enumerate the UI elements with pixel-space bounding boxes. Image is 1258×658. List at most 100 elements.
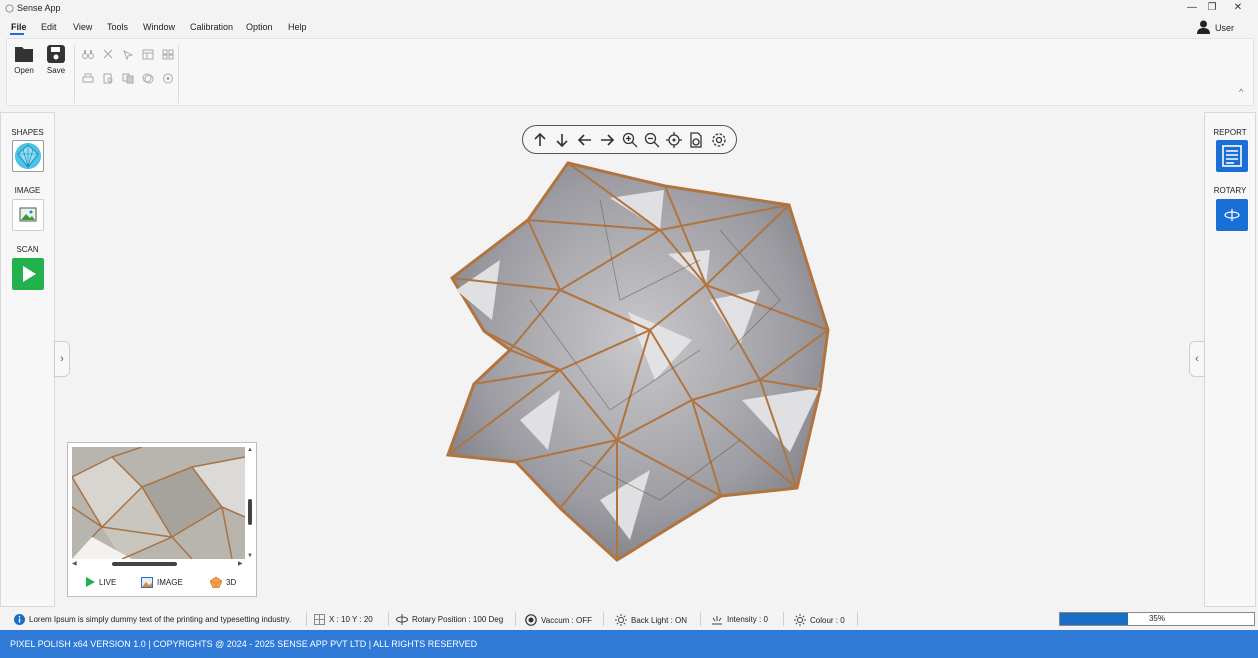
image-tab[interactable]: IMAGE bbox=[141, 574, 183, 590]
save-label: Save bbox=[46, 66, 66, 75]
status-rotary-text: Rotary Position : 100 Deg bbox=[412, 615, 504, 624]
shapes-button[interactable] bbox=[12, 140, 44, 172]
3d-tab-label: 3D bbox=[226, 577, 237, 587]
report-label: REPORT bbox=[1213, 128, 1247, 137]
status-colour-text: Colour : 0 bbox=[810, 615, 845, 625]
zoom-in-icon[interactable] bbox=[621, 131, 639, 149]
diamond-icon bbox=[15, 143, 41, 169]
arrow-down-icon[interactable] bbox=[553, 131, 571, 149]
zoom-out-icon[interactable] bbox=[643, 131, 661, 149]
cut-icon[interactable] bbox=[102, 49, 114, 60]
right-tool-panel: REPORT ROTARY bbox=[1204, 112, 1256, 607]
status-bar: Lorem Ipsum is simply dummy text of the … bbox=[0, 609, 1258, 629]
arrow-left-icon[interactable] bbox=[576, 131, 594, 149]
settings-icon[interactable] bbox=[710, 131, 728, 149]
status-info: Lorem Ipsum is simply dummy text of the … bbox=[14, 614, 291, 625]
arrow-right-icon[interactable] bbox=[598, 131, 616, 149]
scan-label: SCAN bbox=[16, 245, 39, 254]
user-label[interactable]: User bbox=[1215, 23, 1234, 33]
rotary-icon bbox=[1224, 209, 1240, 221]
binoculars-icon[interactable] bbox=[82, 49, 94, 60]
vaccum-icon bbox=[525, 614, 537, 626]
3d-tab[interactable]: 3D bbox=[210, 574, 236, 590]
mini-preview-panel: ▲ ▼ ◀ ▶ LIVE IMAGE 3D bbox=[67, 442, 257, 597]
print-preview-icon[interactable] bbox=[102, 73, 114, 84]
menu-tools[interactable]: Tools bbox=[107, 22, 128, 32]
intensity-icon bbox=[712, 616, 722, 625]
title-bar: Sense App — ❐ ✕ bbox=[0, 0, 1258, 17]
scan-button[interactable] bbox=[12, 258, 44, 290]
status-divider bbox=[857, 612, 858, 626]
menu-view[interactable]: View bbox=[73, 22, 92, 32]
target-icon[interactable] bbox=[162, 73, 174, 84]
minimize-button[interactable]: — bbox=[1182, 1, 1202, 15]
pointer-icon[interactable] bbox=[122, 49, 134, 60]
save-button[interactable]: Save bbox=[45, 44, 67, 75]
menu-option[interactable]: Option bbox=[246, 22, 273, 32]
print-icon[interactable] bbox=[82, 73, 94, 84]
ribbon-toolbar: Open Save ^ bbox=[6, 38, 1254, 106]
expand-right-panel-button[interactable]: ‹ bbox=[1189, 341, 1205, 377]
3d-icon bbox=[210, 576, 222, 588]
screenshot-icon[interactable] bbox=[687, 131, 705, 149]
ribbon-divider bbox=[74, 45, 75, 103]
status-divider bbox=[603, 612, 604, 626]
image-icon bbox=[141, 576, 153, 588]
folder-icon bbox=[15, 47, 33, 62]
menu-help[interactable]: Help bbox=[288, 22, 307, 32]
restore-button[interactable]: ❐ bbox=[1202, 1, 1222, 15]
play-icon bbox=[23, 266, 36, 282]
menu-file[interactable]: File bbox=[11, 22, 27, 32]
status-divider bbox=[306, 612, 307, 626]
menu-bar: File Edit View Tools Window Calibration … bbox=[0, 17, 1258, 37]
rotary-button[interactable] bbox=[1216, 199, 1248, 231]
report-icon bbox=[1222, 145, 1242, 167]
layout-icon[interactable] bbox=[142, 49, 154, 60]
image-tab-label: IMAGE bbox=[157, 577, 183, 587]
image-button[interactable] bbox=[12, 199, 44, 231]
ribbon-collapse-icon[interactable]: ^ bbox=[1239, 87, 1243, 97]
status-coordinates: X : 10 Y : 20 bbox=[314, 614, 373, 625]
recenter-icon[interactable] bbox=[665, 131, 683, 149]
menu-window[interactable]: Window bbox=[143, 22, 175, 32]
status-intensity-text: Intensity : 0 bbox=[727, 615, 768, 624]
menu-calibration[interactable]: Calibration bbox=[190, 22, 233, 32]
live-tab[interactable]: LIVE bbox=[85, 574, 116, 590]
app-title: Sense App bbox=[17, 3, 61, 13]
status-vaccum-text: Vaccum : OFF bbox=[541, 615, 592, 625]
ribbon-divider bbox=[178, 45, 179, 103]
mini-vertical-scrollbar[interactable]: ▲ ▼ bbox=[246, 447, 254, 563]
left-tool-panel: SHAPES IMAGE SCAN bbox=[0, 112, 55, 607]
status-divider bbox=[388, 612, 389, 626]
backlight-icon bbox=[615, 614, 627, 626]
open-label: Open bbox=[14, 66, 34, 75]
open-button[interactable]: Open bbox=[13, 44, 35, 75]
status-backlight-text: Back Light : ON bbox=[631, 615, 688, 625]
status-intensity: Intensity : 0 bbox=[711, 614, 768, 625]
arrow-up-icon[interactable] bbox=[531, 131, 549, 149]
status-colour: Colour : 0 bbox=[794, 614, 845, 626]
status-info-text: Lorem Ipsum is simply dummy text of the … bbox=[29, 615, 292, 624]
active-menu-indicator bbox=[10, 33, 24, 35]
menu-edit[interactable]: Edit bbox=[41, 22, 57, 32]
report-button[interactable] bbox=[1216, 140, 1248, 172]
rotary-label: ROTARY bbox=[1213, 186, 1247, 195]
mini-preview-image[interactable] bbox=[72, 447, 245, 559]
copy-icon[interactable] bbox=[122, 73, 134, 84]
expand-left-panel-button[interactable]: › bbox=[54, 341, 70, 377]
progress-bar: 35% bbox=[1059, 612, 1255, 626]
crosshair-icon bbox=[314, 614, 325, 625]
close-button[interactable]: ✕ bbox=[1228, 1, 1248, 15]
mini-horizontal-scrollbar[interactable]: ◀ ▶ bbox=[72, 560, 245, 568]
user-icon[interactable] bbox=[1197, 20, 1210, 34]
shapes-label: SHAPES bbox=[11, 128, 44, 137]
grid-icon[interactable] bbox=[162, 49, 174, 60]
status-divider bbox=[700, 612, 701, 626]
duplicate-icon[interactable] bbox=[142, 73, 154, 84]
progress-label: 35% bbox=[1148, 614, 1165, 623]
play-icon bbox=[86, 577, 95, 587]
view-navigation-bar bbox=[522, 125, 737, 154]
footer-text: PIXEL POLISH x64 VERSION 1.0 | COPYRIGHT… bbox=[10, 639, 478, 649]
rotary-icon bbox=[396, 614, 408, 625]
image-icon bbox=[19, 207, 37, 222]
